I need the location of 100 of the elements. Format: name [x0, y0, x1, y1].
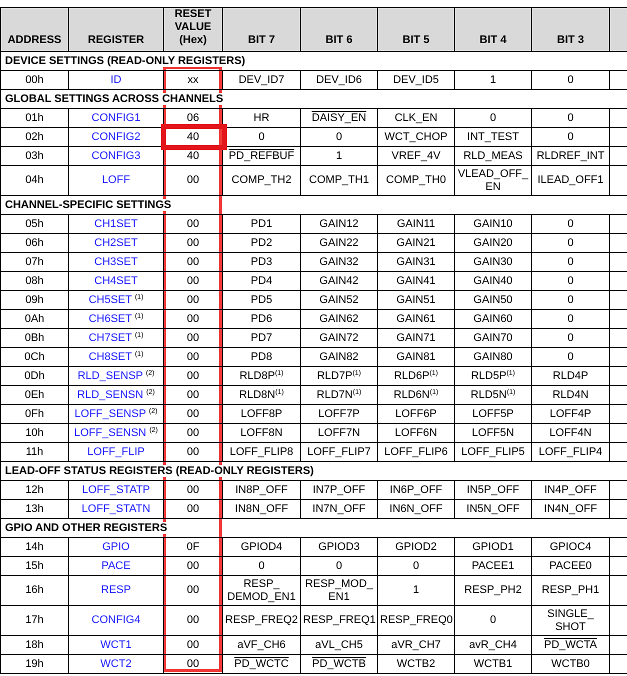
table-cell: GAIN62 — [300, 310, 378, 328]
table-cell: RESP_FREQ1 — [300, 606, 378, 636]
table-cell: 05h — [0, 214, 68, 234]
register-link[interactable]: RESP — [68, 576, 164, 606]
table-cell: CLK_EN — [378, 108, 454, 128]
table-cell: LOFF7N — [300, 424, 378, 442]
table-cell: DAISY_EN — [300, 108, 378, 128]
table-cell: IN7N_OFF — [300, 500, 378, 518]
table-cell: 0 — [454, 606, 532, 636]
register-link[interactable]: CH6SET $^{(1)}$ — [68, 310, 164, 328]
register-link[interactable]: LOFF_SENSP $^{(2)}$ — [68, 404, 164, 424]
table-cell: 0 — [532, 70, 610, 90]
table-cell: GAIN61 — [378, 310, 454, 328]
table-cell: 13h — [0, 500, 68, 518]
table-cell: ILEAD_OFF1 — [532, 166, 610, 196]
register-link[interactable]: CONFIG1 — [68, 108, 164, 128]
register-link[interactable]: LOFF_STATN — [68, 500, 164, 518]
register-link[interactable]: ID — [68, 70, 164, 90]
table-cell: VREF_4V — [378, 146, 454, 166]
table-cell: VLEAD_OFF_ EN — [454, 166, 532, 196]
register-link[interactable]: RLD_SENSN $^{(2)}$ — [68, 386, 164, 404]
table-cell: LOFF_FLIP7 — [300, 442, 378, 462]
table-cell: 0 — [222, 556, 300, 576]
table-cell: 00 — [164, 424, 222, 442]
register-link[interactable]: CH1SET — [68, 214, 164, 234]
table-cell: GAIN82 — [300, 348, 378, 366]
column-header: BIT 6 — [300, 8, 378, 52]
table-cell: 0 — [454, 108, 532, 128]
table-cell: LOFF_FLIP5 — [454, 442, 532, 462]
table-cell: 00h — [0, 70, 68, 90]
table-cell: RLD7N$^{(1)}$ — [300, 386, 378, 404]
table-cell: 08h — [0, 272, 68, 290]
table-cell: 0Ch — [0, 348, 68, 366]
table-cell: 00 — [164, 252, 222, 272]
register-link[interactable]: GPIO — [68, 538, 164, 556]
table-cell: GAIN80 — [454, 348, 532, 366]
table-cell: aVR_CH7 — [378, 636, 454, 654]
register-link[interactable]: PACE — [68, 556, 164, 576]
table-cell: PACEE0 — [532, 556, 610, 576]
register-link[interactable]: CH3SET — [68, 252, 164, 272]
table-cell: 0Bh — [0, 328, 68, 348]
section-heading: GPIO AND OTHER REGISTERS — [5, 522, 168, 534]
table-cell: 0Dh — [0, 366, 68, 386]
table-cell: RESP_PH2 — [454, 576, 532, 606]
table-cell: 00 — [164, 328, 222, 348]
table-cell: 06h — [0, 234, 68, 252]
register-link[interactable]: LOFF_STATP — [68, 480, 164, 500]
register-link[interactable]: CH2SET — [68, 234, 164, 252]
table-cell: RESP_ DEMOD_EN1 — [222, 576, 300, 606]
table-cell: INT_TEST — [454, 128, 532, 146]
table-cell: GAIN22 — [300, 234, 378, 252]
register-link[interactable]: WCT2 — [68, 654, 164, 674]
table-cell: PD_WCTA — [532, 636, 610, 654]
register-link[interactable]: LOFF_SENSN $^{(2)}$ — [68, 424, 164, 442]
register-link[interactable]: CONFIG4 — [68, 606, 164, 636]
table-cell: SINGLE_ SHOT — [532, 606, 610, 636]
table-cell: IN4P_OFF — [532, 480, 610, 500]
table-cell: 00 — [164, 272, 222, 290]
table-cell: 00 — [164, 366, 222, 386]
table-cell: LOFF_FLIP6 — [378, 442, 454, 462]
table-cell: 12h — [0, 480, 68, 500]
table-cell: 0 — [532, 272, 610, 290]
register-link[interactable]: CH4SET — [68, 272, 164, 290]
register-link[interactable]: CH5SET $^{(1)}$ — [68, 290, 164, 310]
table-cell: RESP_FREQ2 — [222, 606, 300, 636]
table-cell: PD_REFBUF — [222, 146, 300, 166]
table-cell: IN6N_OFF — [378, 500, 454, 518]
table-cell: 03h — [0, 146, 68, 166]
table-cell: 0 — [300, 128, 378, 146]
table-cell: IN8P_OFF — [222, 480, 300, 500]
table-cell: 0Eh — [0, 386, 68, 404]
table-cell: RLD7P$^{(1)}$ — [300, 366, 378, 386]
table-cell: LOFF_FLIP8 — [222, 442, 300, 462]
table-cell: 00 — [164, 310, 222, 328]
register-link[interactable]: RLD_SENSP $^{(2)}$ — [68, 366, 164, 386]
table-cell: 00 — [164, 404, 222, 424]
table-cell: IN5P_OFF — [454, 480, 532, 500]
table-cell: WCT_CHOP — [378, 128, 454, 146]
table-cell: GAIN70 — [454, 328, 532, 348]
table-cell: LOFF_FLIP4 — [532, 442, 610, 462]
table-cell: RLD6N$^{(1)}$ — [378, 386, 454, 404]
table-cell: RLD_MEAS — [454, 146, 532, 166]
register-link[interactable]: CH8SET $^{(1)}$ — [68, 348, 164, 366]
table-cell: PD6 — [222, 310, 300, 328]
table-cell: GAIN12 — [300, 214, 378, 234]
section-heading: DEVICE SETTINGS (READ-ONLY REGISTERS) — [5, 54, 246, 66]
register-link[interactable]: WCT1 — [68, 636, 164, 654]
column-header: BIT 4 — [454, 8, 532, 52]
table-cell: 14h — [0, 538, 68, 556]
table-cell: WCTB1 — [454, 654, 532, 674]
table-cell: 19h — [0, 654, 68, 674]
table-cell: RLD5P$^{(1)}$ — [454, 366, 532, 386]
table-cell: RLD6P$^{(1)}$ — [378, 366, 454, 386]
register-link[interactable]: CH7SET $^{(1)}$ — [68, 328, 164, 348]
section-heading: CHANNEL-SPECIFIC SETTINGS — [5, 198, 172, 210]
table-cell: 0 — [532, 128, 610, 146]
table-cell: PD_WCTC — [222, 654, 300, 674]
register-link[interactable]: LOFF_FLIP — [68, 442, 164, 462]
register-link[interactable]: LOFF — [68, 166, 164, 196]
table-cell: PD_WCTB — [300, 654, 378, 674]
